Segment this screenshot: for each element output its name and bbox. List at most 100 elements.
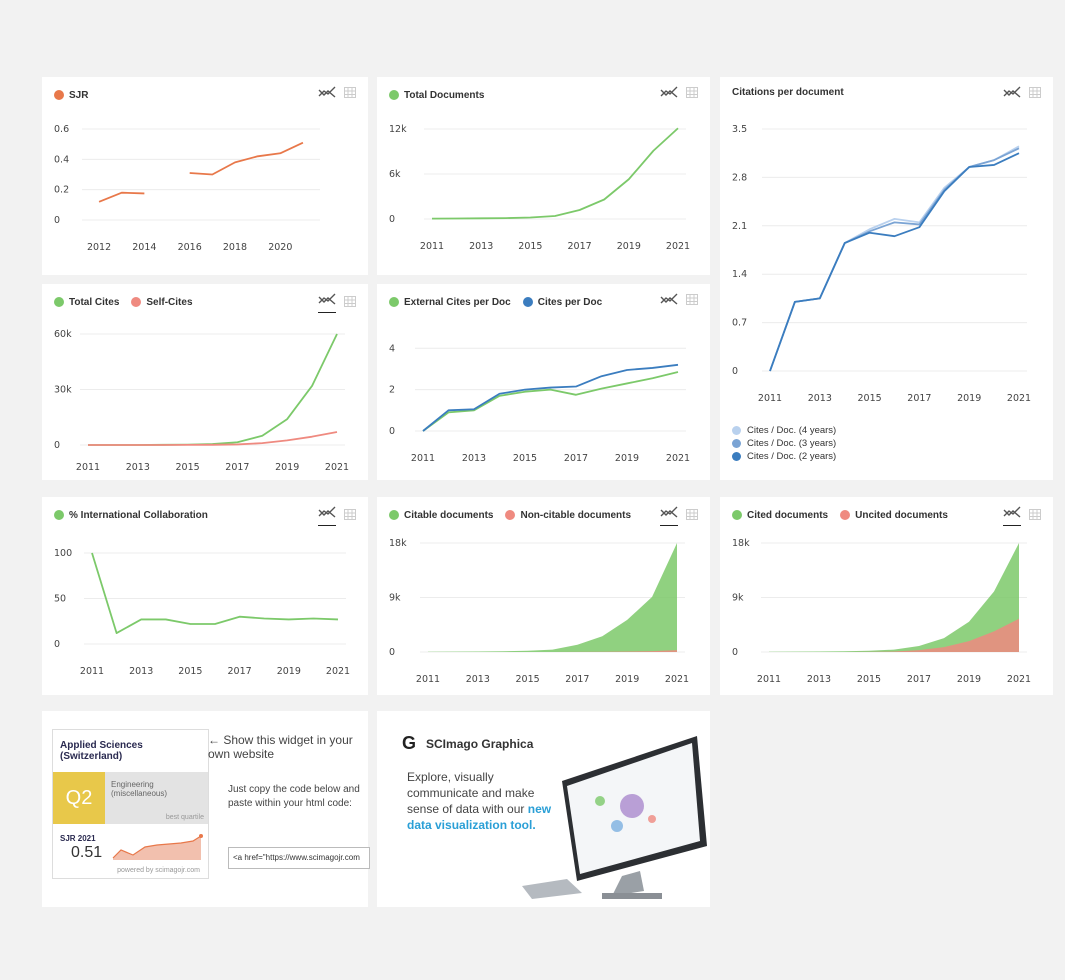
x-tick-label: 2011 [76,462,100,473]
x-tick-label: 2020 [268,242,292,253]
legend-dot [732,452,741,461]
x-tick-label: 2015 [858,393,882,404]
x-tick-label: 2019 [277,666,301,677]
cited-plot: 0 9k 18k 2011 2013 2015 2017 2019 2021 [732,538,1031,685]
y-tick-label: 0.2 [54,185,69,196]
sjr-value: 0.51 [71,844,103,861]
sjr-sparkline [112,834,203,860]
line-series-1 [769,147,1020,372]
copy-code-text: Just copy the code below and paste withi… [228,784,360,809]
line-series-2 [769,152,1020,372]
widget-category: Engineering (miscellaneous) best quartil… [105,772,208,824]
sjr-plot: 0 0.2 0.4 0.6 2012 2014 2016 2018 2020 [54,124,320,253]
line-series-1 [422,363,679,432]
x-tick-label: 2021 [325,462,349,473]
x-tick-label: 2013 [469,241,493,252]
y-tick-label: 0 [54,440,60,451]
x-tick-label: 2017 [564,453,588,464]
sjr-label: SJR 2021 [60,834,96,843]
x-tick-label: 2019 [615,453,639,464]
embed-code-field[interactable]: <a href="https://www.scimagojr.com [228,847,370,869]
show-widget-text: ← Show this widget in your own website [208,733,353,761]
x-tick-label: 2018 [223,242,247,253]
graphica-text: Explore, visually communicate and make s… [407,770,535,816]
x-tick-label: 2015 [518,241,542,252]
x-tick-label: 2011 [80,666,104,677]
quartile-badge: Q2 [53,772,105,824]
x-tick-label: 2021 [666,241,690,252]
legend-dot [732,426,741,435]
graphica-title: SCImago Graphica [426,736,534,751]
monitor-illustration [522,736,707,899]
y-tick-label: 0.4 [54,154,69,165]
y-tick-label: 1.4 [732,269,747,280]
y-tick-label: 3.5 [732,124,747,135]
x-tick-label: 2015 [513,453,537,464]
x-tick-label: 2017 [228,666,252,677]
widget-card: Applied Sciences (Switzerland) Q2 Engine… [42,711,370,907]
y-tick-label: 2 [389,385,395,396]
y-tick-label: 0 [389,426,395,437]
line-series-0 [189,141,304,176]
y-tick-label: 0 [389,647,395,658]
graphica-header: G SCImago Graphica [402,733,533,754]
legend-item-cites-2y[interactable]: Cites / Doc. (2 years) [732,450,836,463]
category-label: Engineering (miscellaneous) [111,780,168,798]
y-tick-label: 4 [389,343,395,354]
x-tick-label: 2013 [808,393,832,404]
series-legend: Cites / Doc. (4 years) Cites / Doc. (3 y… [732,424,836,463]
sjr-card: SJR 0 0.2 0.4 0.6 2012 2014 2016 2018 2020 [42,77,368,275]
line-series-0 [769,145,1020,372]
total-cites-plot: 0 30k 60k 2011 2013 2015 2017 2019 2021 [54,329,349,473]
x-tick-label: 2017 [225,462,249,473]
legend-item-cites-3y[interactable]: Cites / Doc. (3 years) [732,437,836,450]
total-docs-plot: 0 6k 12k 2011 2013 2015 2017 2019 2021 [389,124,690,252]
x-tick-label: 2019 [957,674,981,685]
intl-collab-card: % International Collaboration 0 50 100 2011… [42,497,368,695]
x-tick-label: 2015 [178,666,202,677]
x-tick-label: 2021 [665,674,689,685]
x-tick-label: 2017 [568,241,592,252]
intl-collab-plot: 0 50 100 2011 2013 2015 2017 2019 2021 [54,548,350,677]
x-tick-label: 2016 [178,242,202,253]
y-tick-label: 0 [732,647,738,658]
y-tick-label: 9k [389,593,401,604]
y-tick-label: 2.1 [732,221,747,232]
ext-cites-card: External Cites per Doc Cites per Doc 024… [377,284,710,480]
y-tick-label: 30k [54,385,72,396]
line-series-0 [422,371,679,432]
line-series-0 [91,552,339,634]
legend-label: Cites / Doc. (3 years) [747,438,837,449]
y-tick-label: 9k [732,593,744,604]
x-tick-label: 2013 [129,666,153,677]
x-tick-label: 2013 [466,674,490,685]
y-tick-label: 50 [54,594,66,605]
y-tick-label: 0 [389,214,395,225]
x-tick-label: 2017 [907,674,931,685]
x-tick-label: 2015 [516,674,540,685]
y-tick-label: 0.6 [54,124,69,135]
citable-card: Citable documents Non-citable documents … [377,497,710,695]
x-tick-label: 2021 [1007,674,1031,685]
best-quartile-label: best quartile [165,814,204,821]
x-tick-label: 2014 [132,242,156,253]
x-tick-label: 2021 [666,453,690,464]
cited-card: Cited documents Uncited documents 0 9k 18k… [720,497,1053,695]
legend-item-cites-4y[interactable]: Cites / Doc. (4 years) [732,424,836,437]
x-tick-label: 2017 [907,393,931,404]
x-tick-label: 2011 [420,241,444,252]
legend-label: Cites / Doc. (4 years) [747,425,837,436]
x-tick-label: 2011 [416,674,440,685]
x-tick-label: 2019 [275,462,299,473]
citations-card: Citations per document 0 0.7 1.4 2.1 2.8 3.5 2… [720,77,1053,480]
x-tick-label: 2015 [857,674,881,685]
x-tick-label: 2013 [807,674,831,685]
x-tick-label: 2019 [615,674,639,685]
scimago-widget[interactable]: Applied Sciences (Switzerland) Q2 Engine… [52,729,209,879]
x-tick-label: 2011 [758,393,782,404]
total-cites-card: Total Cites Self-Cites 0 30k 60k 2011 2013 20… [42,284,368,480]
legend-label: Cites / Doc. (2 years) [747,451,837,462]
y-tick-label: 100 [54,548,72,559]
y-tick-label: 18k [389,538,407,549]
y-tick-label: 2.8 [732,172,747,183]
